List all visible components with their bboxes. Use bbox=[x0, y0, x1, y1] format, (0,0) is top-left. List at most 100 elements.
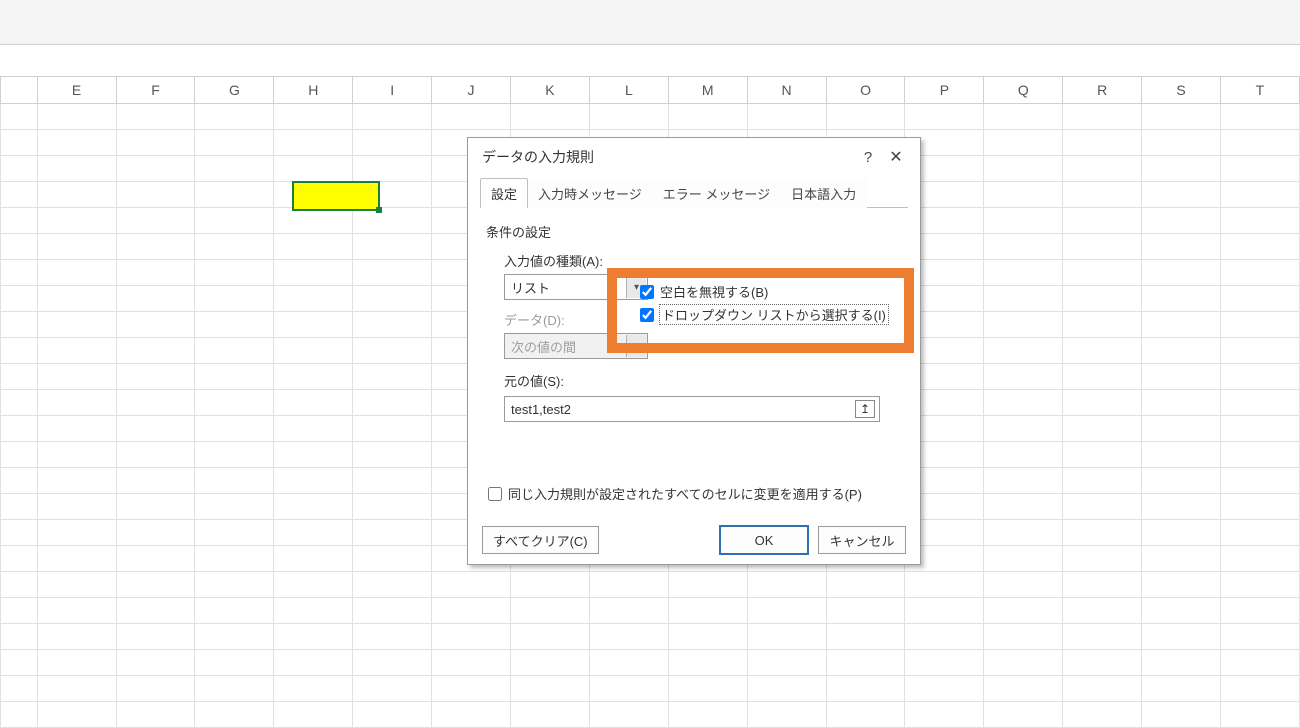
cell[interactable] bbox=[984, 130, 1063, 155]
cell[interactable] bbox=[905, 702, 984, 727]
cell[interactable] bbox=[1221, 572, 1300, 597]
cell[interactable] bbox=[274, 338, 353, 363]
cell[interactable] bbox=[117, 624, 196, 649]
cell[interactable] bbox=[1063, 130, 1142, 155]
cell[interactable] bbox=[669, 572, 748, 597]
cell[interactable] bbox=[274, 598, 353, 623]
cell[interactable] bbox=[748, 676, 827, 701]
cell[interactable] bbox=[984, 260, 1063, 285]
cell[interactable] bbox=[1063, 182, 1142, 207]
cell[interactable] bbox=[1063, 234, 1142, 259]
active-cell[interactable] bbox=[292, 181, 380, 211]
help-icon[interactable]: ? bbox=[854, 143, 882, 171]
cell[interactable] bbox=[38, 390, 117, 415]
cell[interactable] bbox=[38, 312, 117, 337]
cell[interactable] bbox=[984, 676, 1063, 701]
cell[interactable] bbox=[117, 442, 196, 467]
column-header-N[interactable]: N bbox=[748, 77, 827, 103]
cell[interactable] bbox=[353, 442, 432, 467]
cell[interactable] bbox=[195, 572, 274, 597]
cell[interactable] bbox=[1063, 442, 1142, 467]
cell[interactable] bbox=[353, 416, 432, 441]
cell[interactable] bbox=[1221, 364, 1300, 389]
cell[interactable] bbox=[432, 676, 511, 701]
cell[interactable] bbox=[1142, 468, 1221, 493]
cell[interactable] bbox=[1221, 468, 1300, 493]
cell[interactable] bbox=[38, 286, 117, 311]
cell[interactable] bbox=[274, 104, 353, 129]
cell[interactable] bbox=[669, 624, 748, 649]
cell[interactable] bbox=[117, 650, 196, 675]
cell[interactable] bbox=[195, 208, 274, 233]
source-input[interactable]: test1,test2 ↥ bbox=[504, 396, 880, 422]
cell[interactable] bbox=[195, 546, 274, 571]
cell[interactable] bbox=[274, 520, 353, 545]
cell[interactable] bbox=[1221, 598, 1300, 623]
cell[interactable] bbox=[195, 312, 274, 337]
cell[interactable] bbox=[1142, 234, 1221, 259]
cell[interactable] bbox=[38, 234, 117, 259]
cell[interactable] bbox=[984, 598, 1063, 623]
cell[interactable] bbox=[1221, 676, 1300, 701]
cell[interactable] bbox=[669, 702, 748, 727]
cell[interactable] bbox=[353, 702, 432, 727]
cell[interactable] bbox=[1221, 182, 1300, 207]
cell[interactable] bbox=[274, 702, 353, 727]
cell[interactable] bbox=[353, 572, 432, 597]
cell[interactable] bbox=[669, 650, 748, 675]
cell[interactable] bbox=[984, 182, 1063, 207]
cell[interactable] bbox=[984, 156, 1063, 181]
cell[interactable] bbox=[1142, 130, 1221, 155]
cell[interactable] bbox=[117, 546, 196, 571]
cell[interactable] bbox=[38, 130, 117, 155]
cell[interactable] bbox=[984, 208, 1063, 233]
cell[interactable] bbox=[827, 702, 906, 727]
cell[interactable] bbox=[984, 494, 1063, 519]
cell[interactable] bbox=[274, 468, 353, 493]
cell[interactable] bbox=[195, 624, 274, 649]
cell[interactable] bbox=[432, 572, 511, 597]
cell[interactable] bbox=[511, 624, 590, 649]
cell[interactable] bbox=[117, 468, 196, 493]
cell[interactable] bbox=[1063, 286, 1142, 311]
cell[interactable] bbox=[274, 156, 353, 181]
tab-2[interactable]: エラー メッセージ bbox=[652, 178, 781, 208]
cell[interactable] bbox=[1142, 208, 1221, 233]
cell[interactable] bbox=[432, 598, 511, 623]
cell[interactable] bbox=[590, 598, 669, 623]
cell[interactable] bbox=[117, 260, 196, 285]
cell[interactable] bbox=[38, 338, 117, 363]
cell[interactable] bbox=[1142, 104, 1221, 129]
cell[interactable] bbox=[38, 520, 117, 545]
column-header-K[interactable]: K bbox=[511, 77, 590, 103]
cell[interactable] bbox=[1063, 156, 1142, 181]
column-header-I[interactable]: I bbox=[353, 77, 432, 103]
cell[interactable] bbox=[195, 364, 274, 389]
cell[interactable] bbox=[274, 494, 353, 519]
cell[interactable] bbox=[748, 624, 827, 649]
cell[interactable] bbox=[117, 338, 196, 363]
cell[interactable] bbox=[1221, 494, 1300, 519]
cell[interactable] bbox=[1063, 598, 1142, 623]
cell[interactable] bbox=[1142, 676, 1221, 701]
cell[interactable] bbox=[38, 624, 117, 649]
cell[interactable] bbox=[905, 624, 984, 649]
cell[interactable] bbox=[38, 416, 117, 441]
cell[interactable] bbox=[195, 520, 274, 545]
cell[interactable] bbox=[1063, 572, 1142, 597]
cell[interactable] bbox=[1142, 624, 1221, 649]
cell[interactable] bbox=[1221, 260, 1300, 285]
cell[interactable] bbox=[1063, 390, 1142, 415]
cell[interactable] bbox=[984, 234, 1063, 259]
cell[interactable] bbox=[905, 598, 984, 623]
cell[interactable] bbox=[117, 130, 196, 155]
cell[interactable] bbox=[195, 338, 274, 363]
cell[interactable] bbox=[274, 208, 353, 233]
cell[interactable] bbox=[274, 442, 353, 467]
column-header-M[interactable]: M bbox=[669, 77, 748, 103]
column-header-P[interactable]: P bbox=[905, 77, 984, 103]
cell[interactable] bbox=[984, 468, 1063, 493]
cell[interactable] bbox=[905, 572, 984, 597]
cell[interactable] bbox=[1142, 286, 1221, 311]
cell[interactable] bbox=[511, 598, 590, 623]
